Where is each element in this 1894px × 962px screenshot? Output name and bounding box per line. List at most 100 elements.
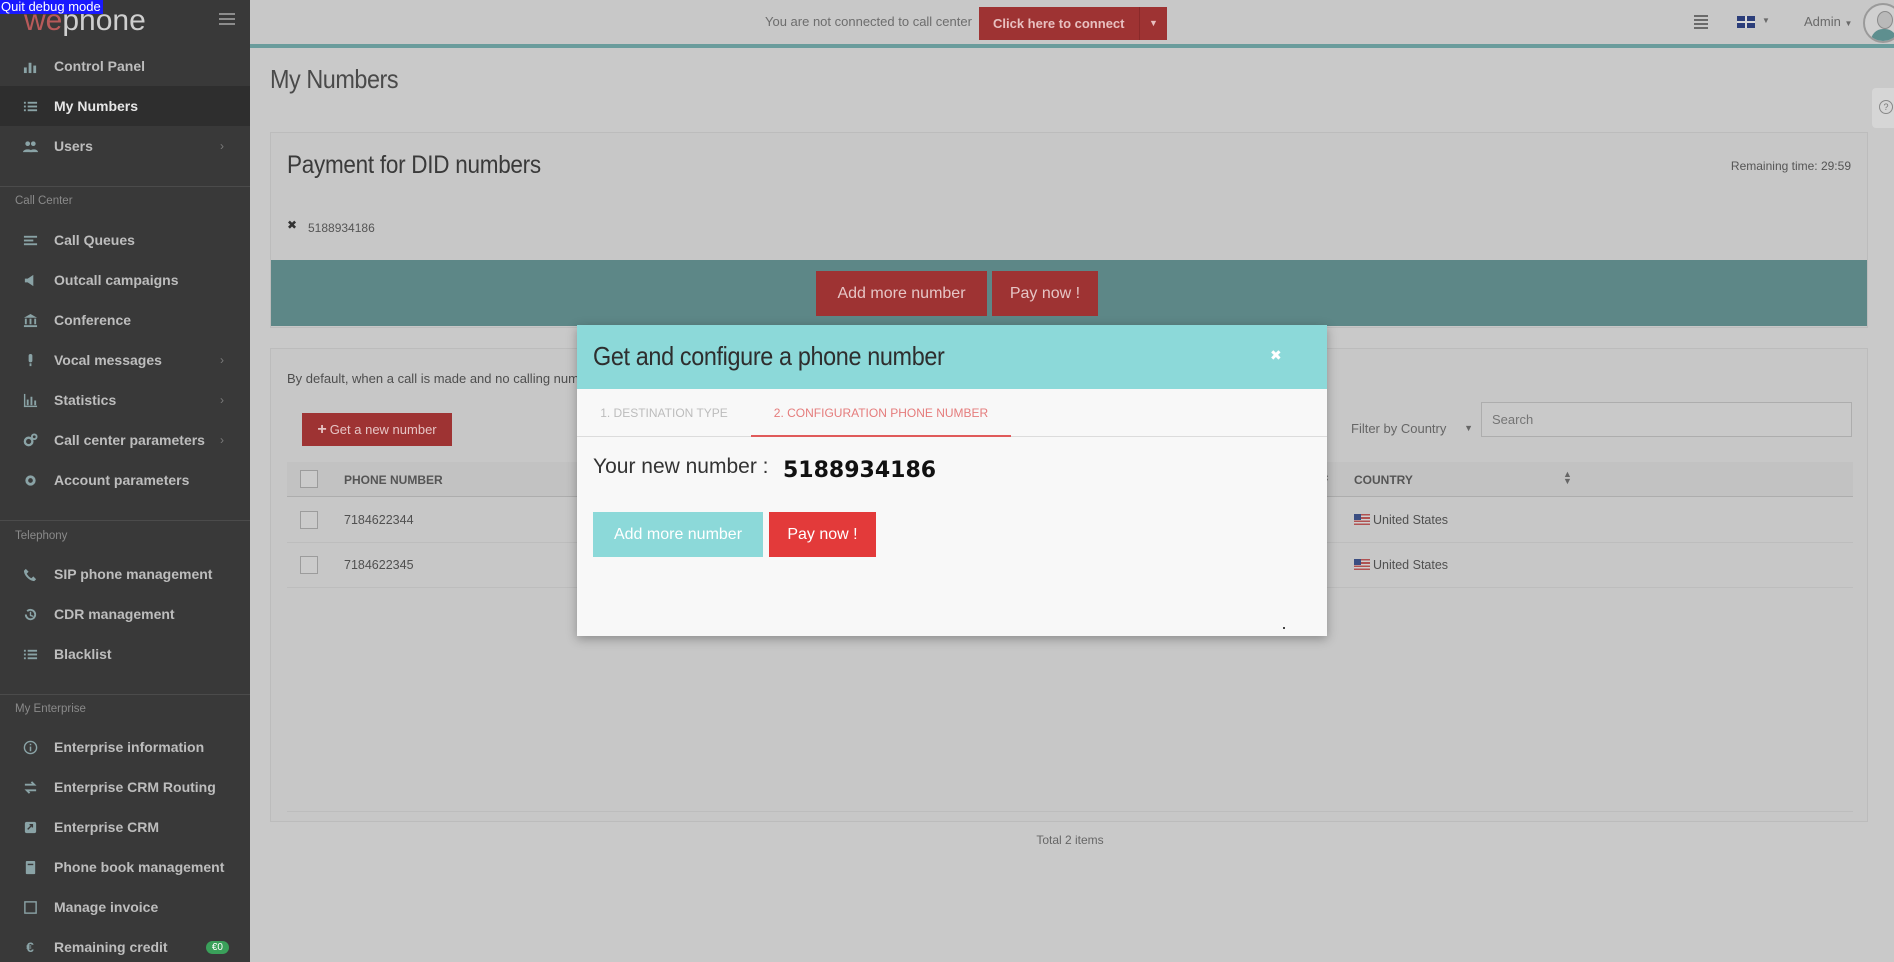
help-tab[interactable]: ? [1872, 88, 1894, 128]
remove-number-icon[interactable]: ✖ [287, 218, 297, 232]
connection-status-text: You are not connected to call center [765, 14, 972, 29]
section-my-enterprise: My Enterprise [15, 703, 86, 715]
divider [287, 811, 1853, 812]
menu-toggle-icon[interactable] [219, 13, 235, 25]
new-number-value: 5188934186 [783, 458, 937, 483]
queue-icon [22, 232, 38, 248]
connect-button[interactable]: Click here to connect ▼ [979, 7, 1167, 40]
list-icon[interactable] [1694, 15, 1708, 31]
modal-title: Get and configure a phone number [593, 341, 945, 371]
sidebar-item-vocal-messages[interactable]: Vocal messages › [0, 340, 250, 380]
payment-panel: Payment for DID numbers Remaining time: … [270, 132, 1868, 328]
phone-number-cell[interactable]: 7184622344 [344, 513, 414, 527]
sidebar-item-conference[interactable]: Conference [0, 300, 250, 340]
megaphone-icon [22, 272, 38, 288]
info-icon [22, 739, 38, 755]
euro-icon: € [26, 939, 34, 955]
close-icon[interactable]: ✖ [1270, 347, 1282, 364]
payment-number: 5188934186 [308, 221, 375, 235]
top-bar: You are not connected to call center Cli… [250, 0, 1894, 48]
divider [0, 694, 250, 695]
book-icon [22, 859, 38, 875]
row-checkbox[interactable] [300, 556, 318, 574]
sidebar-item-manage-invoice[interactable]: Manage invoice [0, 887, 250, 927]
sidebar-item-outcall-campaigns[interactable]: Outcall campaigns [0, 260, 250, 300]
sidebar-item-account-parameters[interactable]: Account parameters [0, 460, 250, 500]
caret-down-icon: ▼ [1464, 423, 1473, 433]
history-icon [22, 606, 38, 622]
chevron-right-icon: › [220, 393, 224, 407]
column-country[interactable]: COUNTRY [1354, 473, 1413, 487]
section-telephony: Telephony [15, 530, 68, 542]
list-icon [22, 646, 38, 662]
payment-title: Payment for DID numbers [287, 151, 541, 179]
us-flag-icon [1354, 559, 1370, 570]
question-icon: ? [1879, 100, 1893, 114]
select-all-checkbox[interactable] [300, 470, 318, 488]
remaining-time: Remaining time: 29:59 [1730, 159, 1851, 173]
sidebar-item-remaining-credit[interactable]: € Remaining credit €0 [0, 927, 250, 962]
phone-icon [22, 566, 38, 582]
sidebar-item-enterprise-crm[interactable]: Enterprise CRM [0, 807, 250, 847]
phone-number-cell[interactable]: 7184622345 [344, 558, 414, 572]
uk-flag-icon[interactable] [1737, 16, 1755, 28]
divider [0, 520, 250, 521]
invoice-icon [22, 899, 38, 915]
new-number-label: Your new number : [593, 455, 769, 478]
country-cell: United States [1354, 513, 1448, 527]
modal-add-more-number-button[interactable]: Add more number [593, 512, 763, 557]
sidebar-item-my-numbers[interactable]: My Numbers [0, 86, 250, 126]
default-info-text: By default, when a call is made and no c… [287, 371, 579, 386]
sidebar-item-call-queues[interactable]: Call Queues [0, 220, 250, 260]
statistics-icon [22, 392, 38, 408]
pay-now-button[interactable]: Pay now ! [992, 271, 1098, 316]
sidebar-item-phone-book-management[interactable]: Phone book management [0, 847, 250, 887]
filter-by-country-select[interactable]: Filter by Country ▼ [1345, 408, 1479, 448]
chevron-right-icon: › [220, 139, 224, 153]
cogs-icon [22, 432, 38, 448]
divider [0, 186, 250, 187]
plus-icon: + [317, 420, 327, 438]
sidebar-item-statistics[interactable]: Statistics › [0, 380, 250, 420]
sidebar-item-sip-phone-management[interactable]: SIP phone management [0, 554, 250, 594]
admin-menu[interactable]: Admin ▼ [1804, 14, 1852, 29]
microphone-icon [22, 352, 38, 368]
gear-icon [22, 472, 38, 488]
institution-icon [22, 312, 38, 328]
tab-destination-type[interactable]: 1. DESTINATION TYPE [577, 389, 751, 437]
sort-icon[interactable]: ▲▼ [1563, 470, 1572, 486]
section-call-center: Call Center [15, 195, 73, 207]
page-title: My Numbers [270, 64, 399, 94]
sidebar-item-call-center-parameters[interactable]: Call center parameters › [0, 420, 250, 460]
users-icon [22, 138, 38, 154]
quit-debug-mode-link[interactable]: Quit debug mode [0, 0, 103, 14]
avatar[interactable] [1863, 3, 1894, 43]
share-square-icon [22, 819, 38, 835]
row-checkbox[interactable] [300, 511, 318, 529]
sidebar-item-control-panel[interactable]: Control Panel [0, 46, 250, 86]
get-new-number-button[interactable]: + Get a new number [302, 413, 452, 446]
chevron-right-icon: › [220, 433, 224, 447]
column-phone-number[interactable]: PHONE NUMBER [344, 473, 443, 487]
sidebar: wephone Control Panel My Numbers Users ›… [0, 0, 250, 962]
us-flag-icon [1354, 514, 1370, 525]
caret-down-icon[interactable]: ▼ [1139, 7, 1167, 40]
modal-tabs: 1. DESTINATION TYPE 2. CONFIGURATION PHO… [577, 389, 1327, 437]
tab-configuration-phone-number[interactable]: 2. CONFIGURATION PHONE NUMBER [751, 389, 1011, 437]
sidebar-item-enterprise-information[interactable]: Enterprise information [0, 727, 250, 767]
configure-number-modal: Get and configure a phone number ✖ 1. DE… [577, 325, 1327, 636]
resize-dot [1283, 627, 1285, 629]
modal-pay-now-button[interactable]: Pay now ! [769, 512, 876, 557]
payment-actions: Add more number Pay now ! [271, 260, 1867, 326]
sidebar-item-enterprise-crm-routing[interactable]: Enterprise CRM Routing [0, 767, 250, 807]
sidebar-item-blacklist[interactable]: Blacklist [0, 634, 250, 674]
caret-down-icon[interactable]: ▼ [1762, 16, 1770, 25]
sidebar-item-users[interactable]: Users › [0, 126, 250, 166]
country-cell: United States [1354, 558, 1448, 572]
search-input[interactable] [1481, 402, 1852, 437]
add-more-number-button[interactable]: Add more number [816, 271, 987, 316]
sidebar-item-cdr-management[interactable]: CDR management [0, 594, 250, 634]
modal-header: Get and configure a phone number ✖ [577, 325, 1327, 389]
bar-chart-icon [22, 58, 38, 74]
table-total: Total 2 items [1036, 833, 1104, 847]
